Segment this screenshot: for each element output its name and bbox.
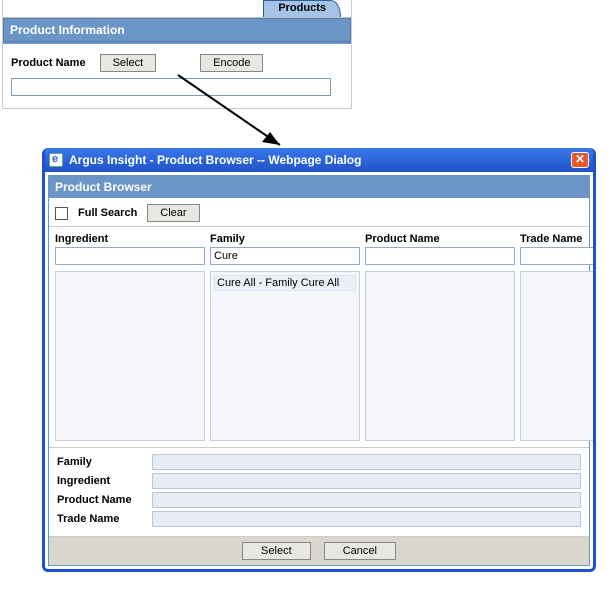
select-button[interactable]: Select xyxy=(100,54,157,72)
detail-ingredient-value xyxy=(152,473,581,489)
dialog-button-bar: Select Cancel xyxy=(49,537,589,565)
detail-ingredient-label: Ingredient xyxy=(57,475,152,487)
col-product-name: Product Name xyxy=(365,231,515,441)
trade-name-search-input[interactable] xyxy=(520,247,596,265)
detail-family-label: Family xyxy=(57,456,152,468)
family-search-input[interactable] xyxy=(210,247,360,265)
col-family: Family Cure All - Family Cure All xyxy=(210,231,360,441)
dialog-header: Product Browser xyxy=(49,176,589,198)
col-product-name-header: Product Name xyxy=(365,231,515,247)
product-name-list[interactable] xyxy=(365,271,515,441)
ingredient-list[interactable] xyxy=(55,271,205,441)
full-search-label: Full Search xyxy=(78,207,137,219)
search-bar: Full Search Clear xyxy=(49,198,589,227)
dialog-window-title: Argus Insight - Product Browser -- Webpa… xyxy=(69,153,565,167)
browse-grid: Ingredient Family Cure All - Family Cure… xyxy=(49,227,589,448)
product-browser-dialog: Argus Insight - Product Browser -- Webpa… xyxy=(42,148,596,572)
tab-products[interactable]: Products xyxy=(263,0,341,17)
list-item[interactable]: Cure All - Family Cure All xyxy=(214,275,356,291)
details-panel: Family Ingredient Product Name Trade Nam… xyxy=(49,448,589,537)
tab-bar: Products xyxy=(3,0,351,18)
detail-family-value xyxy=(152,454,581,470)
col-ingredient-header: Ingredient xyxy=(55,231,205,247)
trade-name-list[interactable] xyxy=(520,271,596,441)
ingredient-search-input[interactable] xyxy=(55,247,205,265)
detail-trade-name-label: Trade Name xyxy=(57,513,152,525)
product-name-input[interactable] xyxy=(11,78,331,96)
col-trade-name-header: Trade Name xyxy=(520,231,596,247)
full-search-checkbox[interactable] xyxy=(55,207,68,220)
detail-trade-name-value xyxy=(152,511,581,527)
product-name-search-input[interactable] xyxy=(365,247,515,265)
detail-product-name-label: Product Name xyxy=(57,494,152,506)
family-list[interactable]: Cure All - Family Cure All xyxy=(210,271,360,441)
product-info-panel: Products Product Information Product Nam… xyxy=(2,0,352,109)
col-ingredient: Ingredient xyxy=(55,231,205,441)
panel-body: Product Name Select Encode xyxy=(3,42,351,108)
clear-button[interactable]: Clear xyxy=(147,204,199,222)
dialog-titlebar: Argus Insight - Product Browser -- Webpa… xyxy=(45,148,593,172)
col-trade-name: Trade Name xyxy=(520,231,596,441)
ie-icon xyxy=(49,153,63,167)
close-icon[interactable]: ✕ xyxy=(571,152,589,168)
col-family-header: Family xyxy=(210,231,360,247)
dialog-cancel-button[interactable]: Cancel xyxy=(324,542,396,560)
dialog-select-button[interactable]: Select xyxy=(242,542,311,560)
detail-product-name-value xyxy=(152,492,581,508)
encode-button[interactable]: Encode xyxy=(200,54,263,72)
product-name-label: Product Name xyxy=(11,57,86,69)
panel-title: Product Information xyxy=(3,18,351,42)
